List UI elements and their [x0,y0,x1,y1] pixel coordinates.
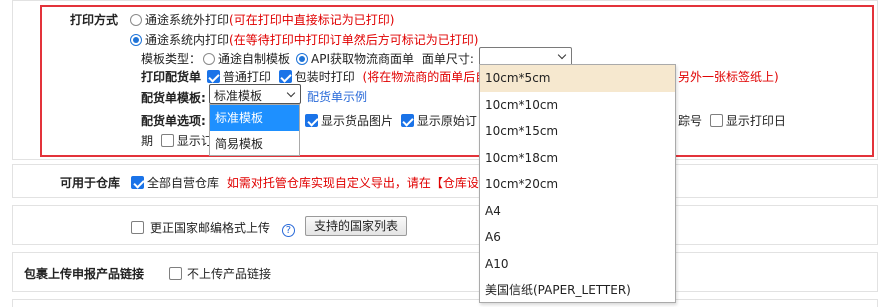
label-size-option[interactable]: A4 [480,198,675,225]
print-delivery-note-end: 另外一张标签纸上) [678,70,779,84]
no-upload-link-label: 不上传产品链接 [187,267,272,281]
print-mode-option-internal[interactable]: 通途系统内打印(在等待打印中打印订单然后方可标记为已打印) [130,31,478,48]
label-size-option[interactable]: 10cm*5cm [480,65,675,92]
checkbox-no-upload-link[interactable] [169,267,182,280]
radio-self-template[interactable] [203,53,216,65]
print-delivery-label: 打印配货单 [141,70,202,84]
delivery-options-line2: 期 显示订 [141,132,213,149]
warehouse-note: 如需对托管仓库实现自定义导出，请在【仓库设 [226,176,479,190]
checkbox-pack-print[interactable] [278,70,292,83]
radio-internal-note: (在等待打印中打印订单然后方可标记为已打印) [229,33,479,47]
label-size-option[interactable]: 美国信纸(PAPER_LETTER) [480,277,675,304]
pack-print-label: 包装时打印 [294,70,355,84]
label-size-option[interactable]: 10cm*18cm [480,145,675,172]
country-list-button[interactable]: 支持的国家列表 [305,216,407,236]
chevron-down-icon [286,88,296,98]
delivery-template-select[interactable]: 标准模板 [209,84,301,104]
radio-internal[interactable] [130,34,142,46]
label-size-option[interactable]: A6 [480,224,675,251]
checkbox-postal-format[interactable] [131,221,144,234]
radio-api-label[interactable] [296,53,309,65]
delivery-template-option[interactable]: 标准模板 [210,105,299,131]
delivery-options-visible: 显示货品图片 显示原始订 [301,112,477,129]
show-order-label: 显示订 [176,134,213,148]
template-type-label: 模板类型： [141,52,202,66]
label-size-dropdown: 10cm*5cm 10cm*10cm 10cm*15cm 10cm*18cm 1… [479,64,676,303]
checkbox-print-date[interactable] [709,114,723,127]
postal-row: 更正国家邮编格式上传 ? [131,219,295,237]
print-delivery-row: 打印配货单 普通打印 包装时打印 (将在物流商的面单后自 [141,68,487,85]
checkbox-normal-print[interactable] [206,70,220,83]
warehouse-label: 可用于仓库 [60,176,121,190]
radio-external-note: (可在打印中直接标记为已打印) [229,13,395,27]
label-size-label: 面单尺寸: [421,52,474,66]
tracking-suffix: 踪号 [678,114,703,128]
print-delivery-note: (将在物流商的面单后自 [362,70,488,84]
label-size-option[interactable]: 10cm*10cm [480,92,675,119]
radio-internal-label: 通途系统内打印 [145,33,230,47]
delivery-template-label: 配货单模板: [141,91,206,105]
show-print-date-label: 显示打印日 [725,114,786,128]
package-upload-row: 不上传产品链接 [169,265,271,282]
label-size-option[interactable]: A10 [480,251,675,278]
show-original-order-label: 显示原始订 [416,114,477,128]
template-type-row: 模板类型： 通途自制模板 API获取物流商面单 面单尺寸: [141,50,474,67]
radio-self-template-label: 通途自制模板 [218,52,291,66]
all-warehouses-label: 全部自营仓库 [147,176,220,190]
checkbox-product-image[interactable] [305,114,318,127]
checkbox-original-order[interactable] [400,114,414,127]
delivery-options-label: 配货单选项: [141,114,206,128]
print-date-label-wrap: 期 [141,134,154,148]
checkbox-show-order[interactable] [160,134,174,147]
show-product-image-label: 显示货品图片 [321,114,394,128]
warehouse-row: 全部自营仓库 如需对托管仓库实现自定义导出，请在【仓库设 [131,174,479,191]
label-size-option[interactable]: 10cm*20cm [480,171,675,198]
delivery-template-option[interactable]: 简易模板 [210,131,299,157]
help-icon[interactable]: ? [281,224,295,237]
delivery-example-link[interactable]: 配货单示例 [307,88,367,105]
radio-external-label: 通途系统外打印 [145,13,230,27]
checkbox-all-warehouses[interactable] [131,176,144,189]
radio-external[interactable] [130,14,142,26]
radio-api-label-text: API获取物流商面单 [311,52,415,66]
print-mode-label: 打印方式 [70,13,119,27]
label-size-option[interactable]: 10cm*15cm [480,118,675,145]
package-upload-label: 包裹上传申报产品链接 [24,267,145,281]
settings-panel-next [12,299,878,307]
delivery-options-right: 踪号 显示打印日 [678,112,786,129]
delivery-template-dropdown: 标准模板 简易模板 [209,104,300,156]
postal-label: 更正国家邮编格式上传 [150,221,271,235]
delivery-template-value: 标准模板 [214,89,263,103]
delivery-options-row: 配货单选项: [141,112,206,129]
chevron-down-icon [557,50,567,60]
print-mode-option-external[interactable]: 通途系统外打印(可在打印中直接标记为已打印) [130,11,394,28]
normal-print-label: 普通打印 [222,70,271,84]
